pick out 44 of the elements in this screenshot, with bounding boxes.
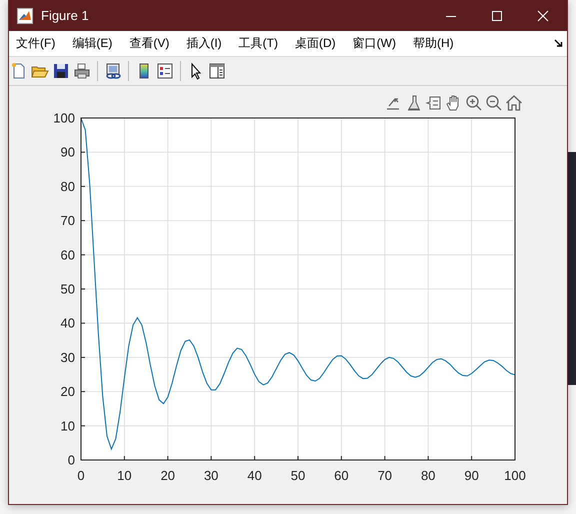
x-tick-label: 10 xyxy=(117,468,132,483)
zoom-out-icon[interactable] xyxy=(485,94,503,112)
menu-item[interactable]: 插入(I) xyxy=(186,35,222,52)
x-tick-label: 30 xyxy=(204,468,218,483)
home-icon[interactable] xyxy=(505,94,523,112)
menu-item[interactable]: 桌面(D) xyxy=(294,35,336,52)
y-tick-label: 40 xyxy=(60,316,75,331)
y-tick-label: 70 xyxy=(60,213,75,228)
y-tick-label: 50 xyxy=(60,282,75,296)
y-tick-label: 60 xyxy=(60,247,75,262)
menu-item[interactable]: 工具(T) xyxy=(238,35,278,52)
printer-icon[interactable] xyxy=(73,62,91,80)
zoom-in-icon[interactable] xyxy=(465,94,483,112)
window-title: Figure 1 xyxy=(41,8,89,23)
y-tick-label: 90 xyxy=(60,144,75,160)
y-tick-label: 80 xyxy=(60,178,75,194)
y-tick-label: 0 xyxy=(68,452,75,468)
x-tick-label: 100 xyxy=(504,468,526,483)
x-tick-label: 80 xyxy=(420,468,436,483)
property-panel-icon[interactable] xyxy=(208,62,226,80)
save-icon[interactable] xyxy=(52,62,70,80)
menu-item[interactable]: 文件(F) xyxy=(16,35,56,52)
x-tick-label: 70 xyxy=(378,468,392,483)
menu-item[interactable]: 查看(V) xyxy=(129,35,170,52)
x-tick-label: 20 xyxy=(160,468,176,483)
x-tick-label: 90 xyxy=(464,468,479,483)
linked-figure-icon[interactable] xyxy=(104,62,122,80)
menu-item[interactable]: 帮助(H) xyxy=(412,35,454,52)
menu-item[interactable]: 编辑(E) xyxy=(72,35,112,52)
y-tick-label: 10 xyxy=(60,418,75,434)
dock-arrow-icon[interactable] xyxy=(554,39,563,48)
x-tick-label: 60 xyxy=(334,468,349,483)
x-tick-label: 50 xyxy=(290,468,306,483)
x-tick-label: 0 xyxy=(77,468,85,483)
app-icon xyxy=(17,8,33,24)
y-tick-label: 30 xyxy=(60,350,75,365)
y-tick-label: 100 xyxy=(53,112,75,126)
legend-icon[interactable] xyxy=(156,62,174,80)
close-icon[interactable] xyxy=(537,10,549,22)
x-tick-label: 40 xyxy=(247,468,262,483)
y-tick-label: 20 xyxy=(60,384,75,400)
data-tip-icon[interactable] xyxy=(425,94,443,112)
menu-item[interactable]: 窗口(W) xyxy=(352,35,396,52)
maximize-icon[interactable] xyxy=(491,10,503,22)
